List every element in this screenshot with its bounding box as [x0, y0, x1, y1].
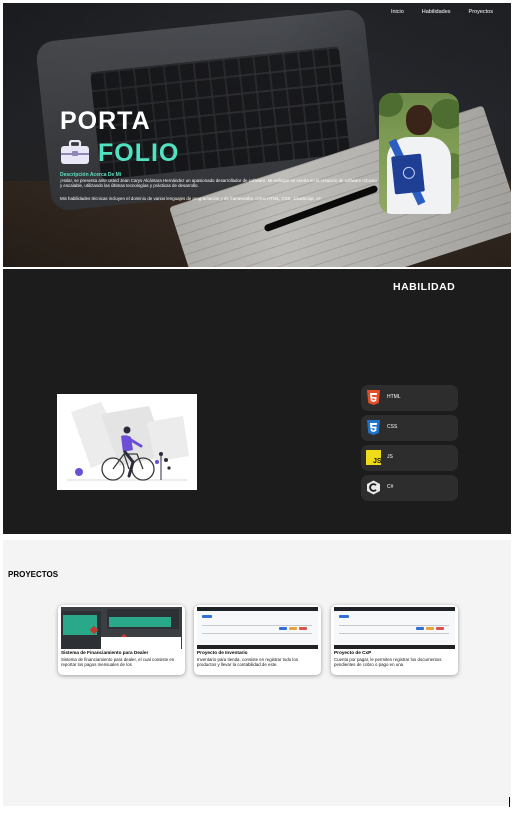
project-description-dealer: Sistema de financiamiento para dealer, e…	[61, 657, 175, 667]
cyclist-illustration	[57, 394, 197, 490]
skills-summary-text: Mis habilidades técnicas incluyen el dom…	[60, 196, 321, 201]
hero-title-top: PORTA	[60, 107, 151, 135]
skill-label-csharp: C#	[387, 484, 394, 490]
project-screenshot-cxp	[334, 607, 455, 649]
skills-title: HABILIDAD	[393, 281, 456, 293]
projects-title: PROYECTOS	[8, 570, 59, 579]
skill-label-js: JS	[387, 454, 393, 460]
profile-photo	[379, 93, 459, 214]
skill-card-css: CSS	[361, 415, 458, 441]
project-screenshot-inventario	[197, 607, 318, 649]
nav-link-proyectos[interactable]: Proyectos	[469, 9, 493, 15]
html5-icon	[367, 390, 380, 405]
skill-card-js: JS JS	[361, 445, 458, 471]
css3-icon	[367, 420, 380, 435]
nav-link-inicio[interactable]: Inicio	[391, 9, 404, 15]
top-nav: Inicio Habilidades Proyectos	[391, 9, 493, 15]
project-screenshot-dealer	[61, 607, 182, 649]
project-card-cxp[interactable]: Proyecto de CxP Cuenta por pagar, le per…	[331, 605, 458, 675]
project-title-dealer: Sistema de Financiamiento para Dealer	[61, 650, 149, 655]
project-description-inventario: Inventario para tienda, consiste en regi…	[197, 657, 299, 667]
hero-section: Inicio Habilidades Proyectos PORTA FOLIO…	[3, 3, 511, 267]
svg-text:JS: JS	[373, 458, 381, 465]
skill-label-css: CSS	[387, 424, 398, 430]
project-description-cxp: Cuenta por pagar, le permiten registrar …	[334, 657, 442, 667]
skill-label-html: HTML	[387, 394, 401, 400]
skill-card-csharp: C#	[361, 475, 458, 501]
hero-title-bottom: FOLIO	[98, 139, 180, 167]
projects-section: PROYECTOS Sistema de Financiamiento para…	[3, 540, 511, 806]
project-title-cxp: Proyecto de CxP	[334, 650, 372, 655]
portfolio-page: Inicio Habilidades Proyectos PORTA FOLIO…	[0, 0, 515, 813]
skills-section: HABILIDAD HTML CSS JS JS C#	[3, 269, 511, 534]
skill-card-html: HTML	[361, 385, 458, 411]
project-title-inventario: Proyecto de Inventario	[197, 650, 248, 655]
nav-link-habilidades[interactable]: Habilidades	[422, 9, 451, 15]
scroll-marker	[509, 797, 510, 807]
csharp-icon	[367, 480, 380, 495]
project-card-inventario[interactable]: Proyecto de Inventario Inventario para t…	[194, 605, 321, 675]
project-card-dealer[interactable]: Sistema de Financiamiento para Dealer Si…	[58, 605, 185, 675]
about-text: ¡Hola!, se presenta ante usted Jean Cary…	[60, 178, 378, 189]
briefcase-icon	[61, 140, 89, 164]
js-icon: JS	[366, 450, 381, 465]
